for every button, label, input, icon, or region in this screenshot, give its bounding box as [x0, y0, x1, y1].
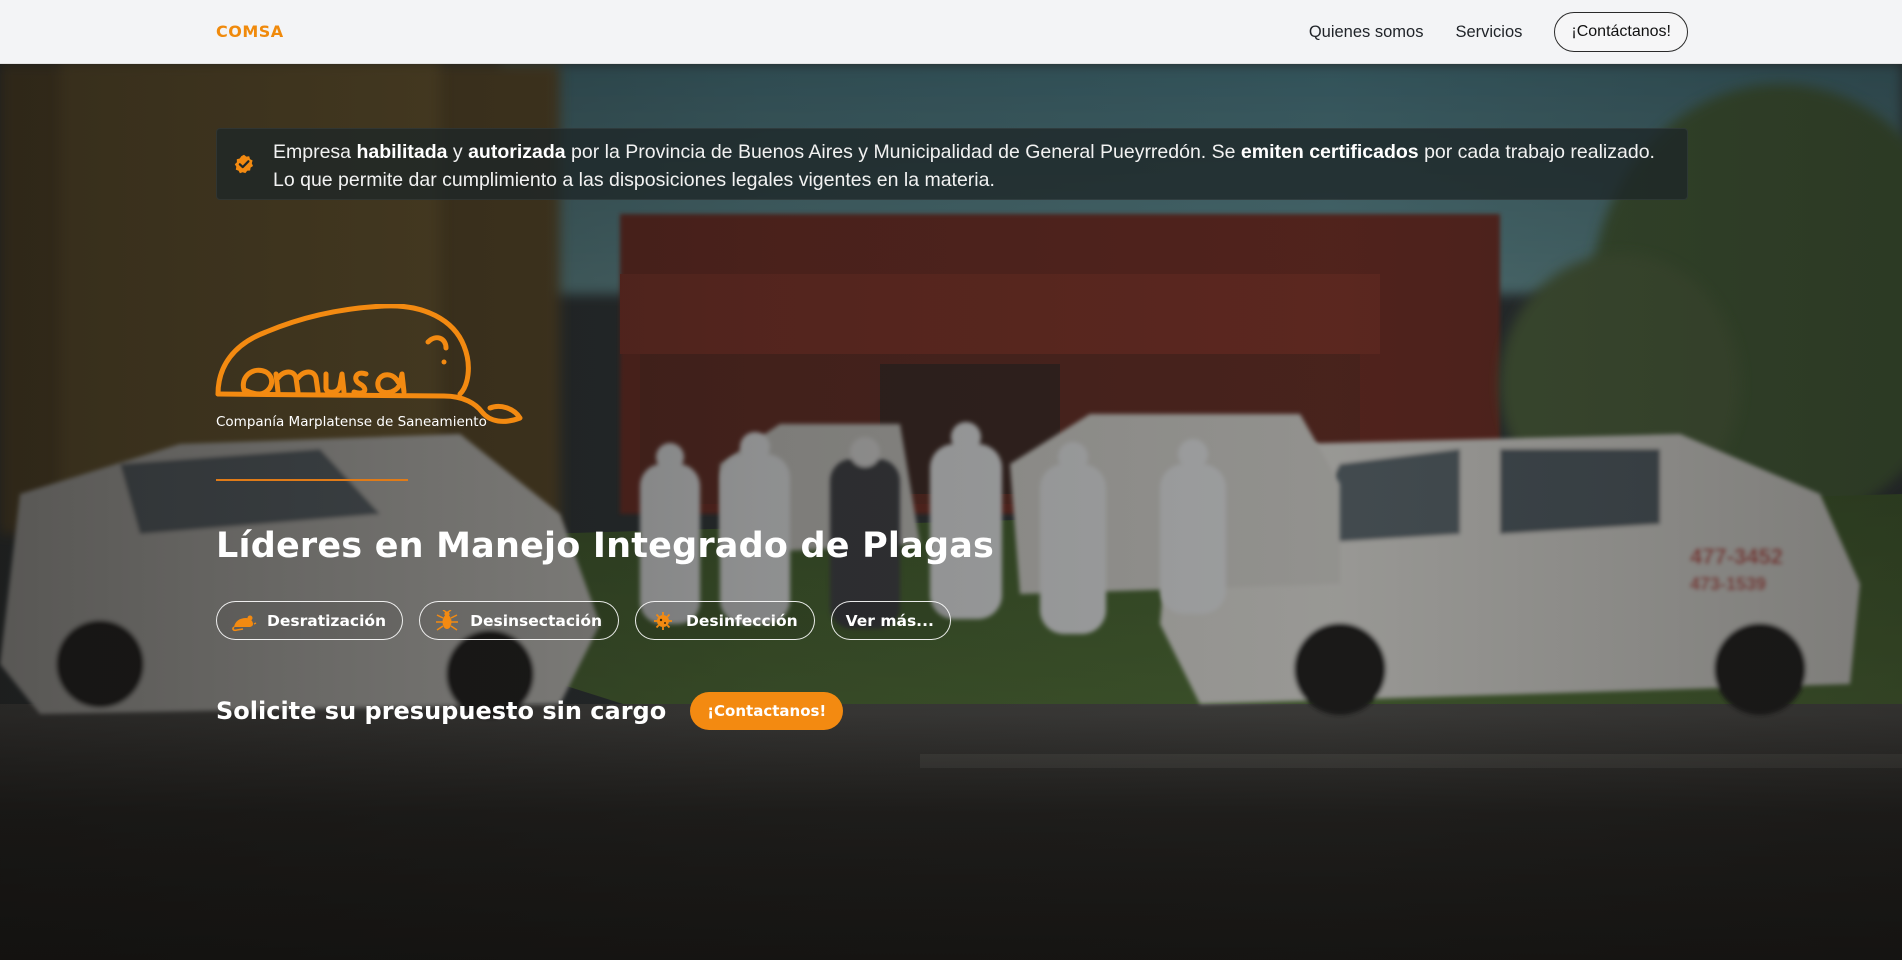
service-pill-desinsectacion[interactable]: Desinsectación — [419, 601, 620, 640]
notice-text: Empresa habilitada y autorizada por la P… — [273, 141, 1655, 191]
nav-links: Quienes somos Servicios ¡Contáctanos! — [1309, 12, 1688, 52]
hero-bottom-fade — [0, 714, 1902, 960]
hero-section: 477-3452 473-1539 — [0, 64, 1902, 960]
nav-link-servicios[interactable]: Servicios — [1455, 23, 1522, 42]
service-pill-ver-mas[interactable]: Ver más... — [830, 601, 951, 640]
quote-cta-text: Solicite su presupuesto sin cargo — [216, 697, 667, 725]
contact-button[interactable]: ¡Contáctanos! — [1554, 12, 1688, 52]
service-label: Desratización — [267, 611, 387, 630]
service-label: Desinfección — [686, 611, 798, 630]
comsa-rat-logo — [215, 304, 523, 424]
navbar: COMSA Quienes somos Servicios ¡Contáctan… — [0, 0, 1902, 64]
service-pills: Desratización Desinsectación Desinfecció… — [216, 601, 967, 640]
logo-caption: Companía Marplatense de Saneamiento — [216, 414, 487, 430]
certification-notice: Empresa habilitada y autorizada por la P… — [216, 128, 1688, 200]
virus-icon — [654, 611, 673, 630]
service-pill-desinfeccion[interactable]: Desinfección — [635, 601, 815, 640]
rat-icon — [232, 615, 257, 631]
orange-divider — [216, 479, 408, 481]
service-label: Desinsectación — [470, 611, 603, 630]
insect-icon — [436, 609, 459, 631]
contact-cta-button[interactable]: ¡Contactanos! — [690, 692, 844, 730]
check-badge-icon — [234, 154, 253, 174]
nav-link-quienes-somos[interactable]: Quienes somos — [1309, 23, 1424, 42]
service-pill-desratizacion[interactable]: Desratización — [216, 601, 404, 640]
brand-logo-text[interactable]: COMSA — [216, 22, 284, 41]
hero-headline: Líderes en Manejo Integrado de Plagas — [216, 526, 995, 566]
quote-cta-row: Solicite su presupuesto sin cargo ¡Conta… — [216, 692, 844, 730]
service-label: Ver más... — [845, 611, 934, 630]
